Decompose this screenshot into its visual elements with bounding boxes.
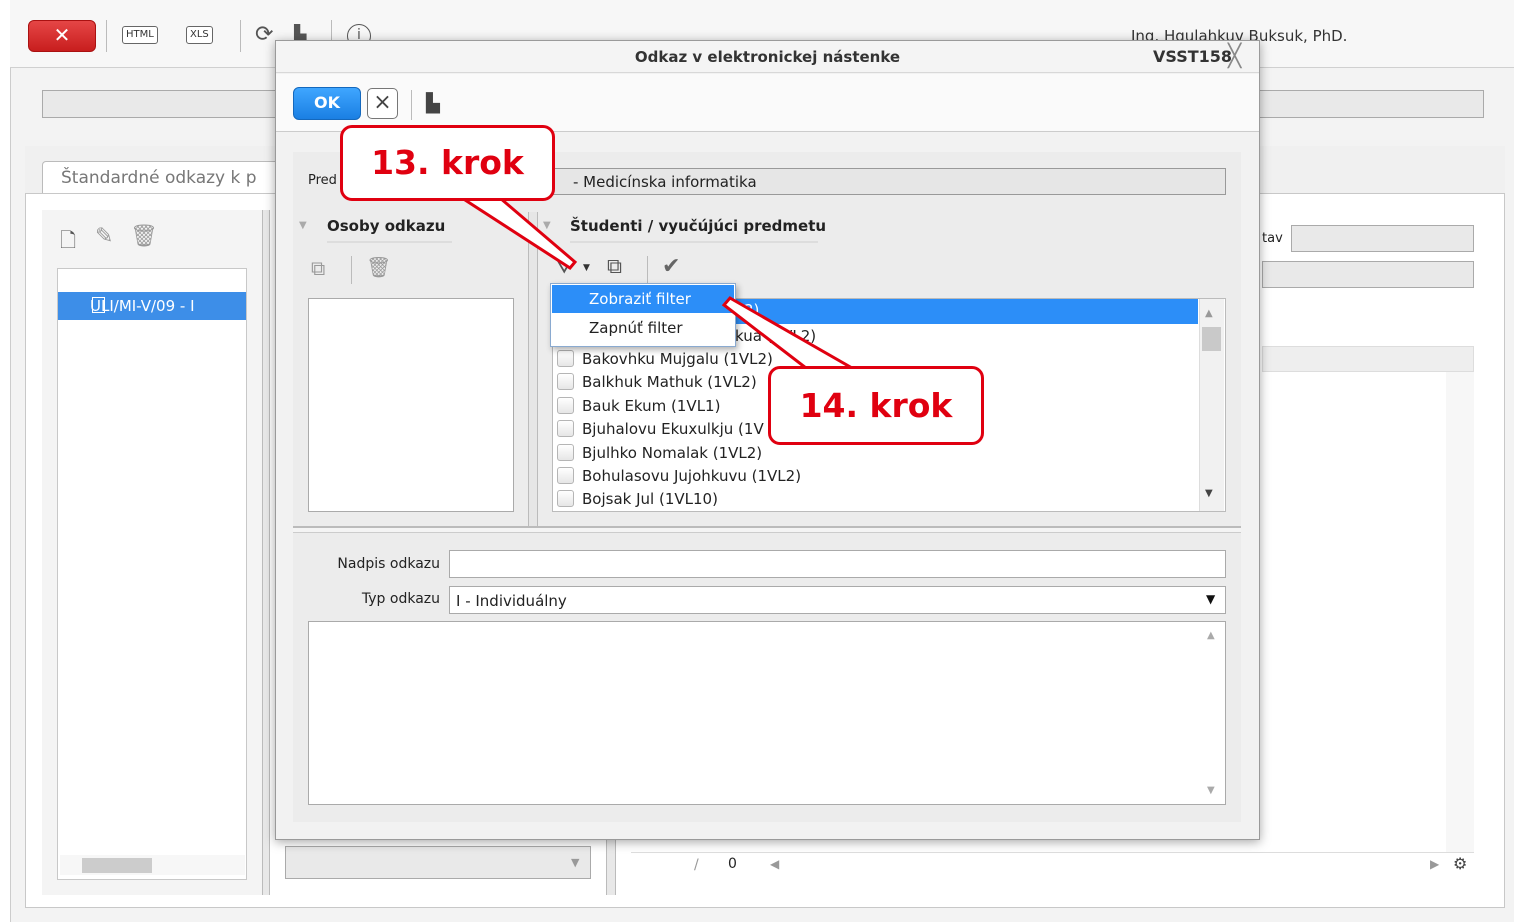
arrow-13 (456, 196, 578, 270)
arrow-14 (721, 296, 858, 370)
callout-step-14: 14. krok (768, 366, 984, 445)
callout-step-13: 13. krok (340, 125, 555, 201)
callout-arrows (456, 196, 858, 370)
